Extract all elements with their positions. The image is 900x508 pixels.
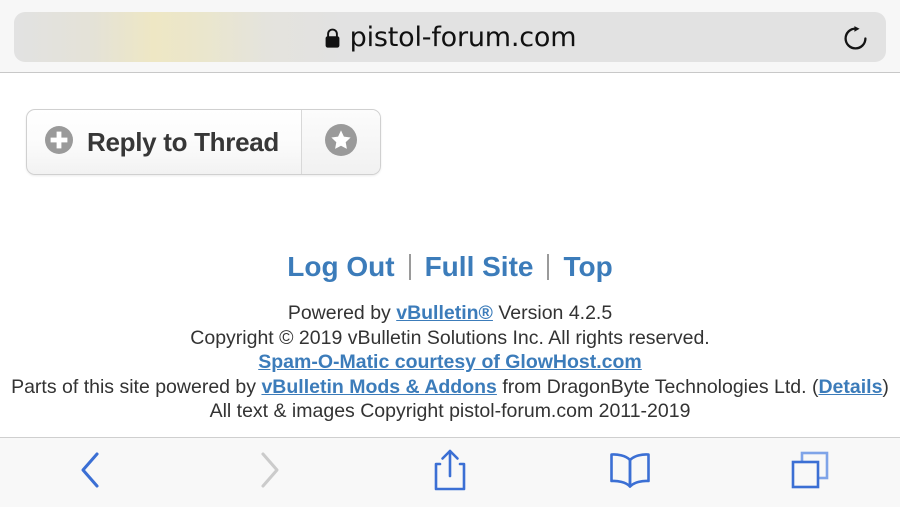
chevron-right-icon — [257, 450, 283, 495]
footer-line-mods-addons: Parts of this site powered by vBulletin … — [0, 375, 900, 400]
footer-line-copyright: Copyright © 2019 vBulletin Solutions Inc… — [190, 326, 710, 349]
star-circle-icon — [324, 123, 358, 162]
parts-mid: from DragonByte Technologies Ltd. ( — [496, 375, 819, 398]
details-link[interactable]: Details — [818, 376, 882, 398]
share-icon — [432, 448, 468, 497]
reload-icon[interactable] — [840, 23, 870, 53]
plus-circle-icon — [44, 125, 74, 160]
back-button[interactable] — [0, 438, 180, 508]
parts-prefix: Parts of this site powered by — [11, 375, 262, 398]
book-icon — [608, 451, 652, 494]
powered-by-suffix: Version 4.2.5 — [492, 302, 613, 324]
footer-line-spam-o-matic: Spam-O-Matic courtesy of GlowHost.com — [0, 350, 900, 375]
footer-nav: Log Out Full Site Top — [0, 251, 900, 283]
footer-text-block: Powered by vBulletin® Version 4.2.5 Copy… — [0, 301, 900, 424]
url-bar[interactable]: pistol-forum.com — [14, 12, 886, 62]
bookmarks-button[interactable] — [540, 438, 720, 508]
url-bar-content: pistol-forum.com — [14, 12, 886, 62]
vbulletin-link[interactable]: vBulletin® — [396, 302, 493, 324]
bottom-toolbar — [0, 437, 900, 507]
lock-icon — [324, 28, 341, 49]
reply-button-group: Reply to Thread — [26, 109, 381, 175]
tabs-icon — [789, 449, 831, 496]
parts-suffix: ) — [882, 375, 889, 398]
powered-by-prefix: Powered by — [287, 302, 397, 324]
footer-link-full-site[interactable]: Full Site — [411, 251, 548, 283]
footer-line-powered-by: Powered by vBulletin® Version 4.2.5 — [0, 301, 900, 326]
page-content: Reply to Thread Log Out Full Site Top Po… — [0, 73, 900, 437]
share-button[interactable] — [360, 438, 540, 508]
tabs-button[interactable] — [720, 438, 900, 508]
forward-button — [180, 438, 360, 508]
browser-top-bar: pistol-forum.com — [0, 0, 900, 73]
reply-to-thread-button[interactable]: Reply to Thread — [27, 110, 302, 174]
chevron-left-icon — [77, 450, 103, 495]
vbulletin-mods-addons-link[interactable]: vBulletin Mods & Addons — [261, 376, 496, 398]
footer-line-all-text: All text & images Copyright pistol-forum… — [209, 400, 691, 422]
url-text: pistol-forum.com — [349, 21, 577, 53]
footer-link-top[interactable]: Top — [549, 251, 626, 283]
favorite-button[interactable] — [301, 110, 380, 174]
footer-link-log-out[interactable]: Log Out — [273, 251, 408, 283]
spam-o-matic-link[interactable]: Spam-O-Matic courtesy of GlowHost.com — [258, 351, 642, 373]
reply-to-thread-label: Reply to Thread — [87, 126, 279, 157]
